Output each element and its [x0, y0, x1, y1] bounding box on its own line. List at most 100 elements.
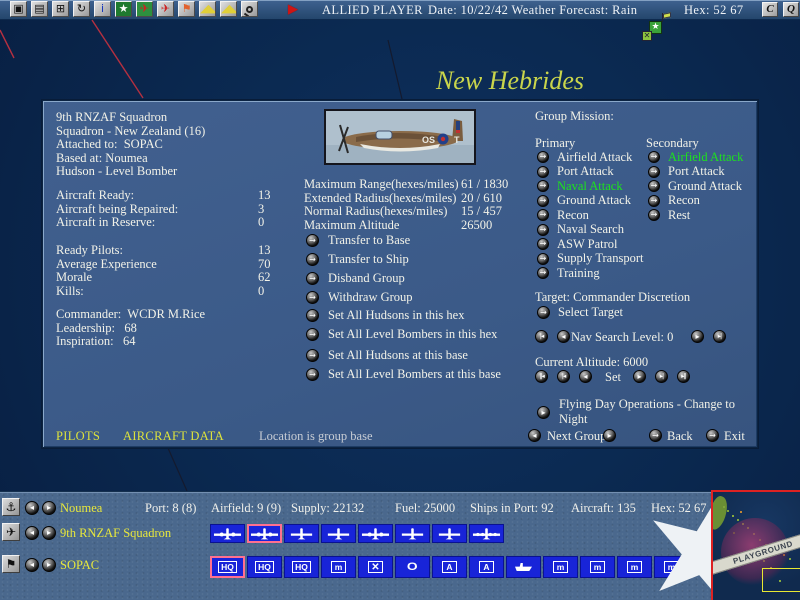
mission-label[interactable]: Port Attack	[557, 164, 614, 179]
altitude-up-button[interactable]: ▸	[633, 370, 646, 383]
back-button[interactable]: Back	[667, 429, 693, 444]
base-name[interactable]: Noumea	[60, 501, 102, 516]
action-label[interactable]: Disband Group	[328, 271, 405, 286]
next-hq-button[interactable]: ▸	[42, 558, 56, 572]
unit-button-1-hq[interactable]: HQ	[210, 556, 245, 578]
mission-recon[interactable]: → Recon	[537, 208, 643, 223]
mission-rest[interactable]: → Rest	[648, 208, 743, 223]
select-target-button[interactable]: → Select Target	[537, 305, 623, 320]
mission-naval-attack[interactable]: →Naval Attack	[537, 179, 643, 194]
unit-button-3-hq[interactable]: HQ	[284, 556, 319, 578]
next-air-group-button[interactable]: ▸	[42, 526, 56, 540]
select-target-arrow-icon[interactable]: →	[537, 306, 550, 319]
mission-ground-attack[interactable]: →Ground Attack	[648, 179, 743, 194]
aircraft-button-6-single[interactable]	[395, 524, 430, 543]
action-arrow-icon[interactable]: →	[306, 368, 319, 381]
aircraft-row-icon[interactable]: ✈	[2, 523, 20, 541]
action-transfer-to-base[interactable]: → Transfer to Base	[306, 233, 413, 248]
unit-button-9-ship[interactable]	[506, 556, 541, 578]
exit-arrow-icon[interactable]: →	[706, 429, 719, 442]
action-label[interactable]: Set All Level Bombers in this hex	[328, 327, 497, 342]
day-night-label[interactable]: Flying Day Operations - Change to Night	[559, 397, 757, 427]
unit-button-7-a[interactable]: A	[432, 556, 467, 578]
day-night-toggle[interactable]: ▸ Flying Day Operations - Change to Nigh…	[537, 397, 757, 427]
minimap-viewport[interactable]	[762, 568, 800, 592]
mission-label[interactable]: Naval Search	[557, 222, 624, 237]
mission-naval-search[interactable]: →Naval Search	[537, 223, 643, 238]
aircraft-button-8-quad[interactable]	[469, 524, 504, 543]
action-arrow-icon[interactable]: →	[306, 291, 319, 304]
action-arrow-icon[interactable]: →	[306, 328, 319, 341]
aircraft-data-button[interactable]: AIRCRAFT DATA	[123, 429, 224, 444]
altitude-down-fast-button[interactable]: |◂	[557, 370, 570, 383]
mission-asw-patrol[interactable]: → ASW Patrol	[537, 237, 643, 252]
action-set-all-level-bombers-in-this-hex[interactable]: → Set All Level Bombers in this hex	[306, 327, 497, 342]
mission-label[interactable]: Ground Attack	[557, 193, 631, 208]
next-group-button[interactable]: ▸	[603, 429, 616, 442]
mission-arrow-icon[interactable]: →	[648, 209, 660, 221]
mission-recon[interactable]: →Recon	[648, 194, 743, 209]
mission-label[interactable]: Recon	[668, 193, 700, 208]
unit-marker-icon[interactable]: ✕	[642, 31, 652, 41]
unit-button-8-a[interactable]: A	[469, 556, 504, 578]
nav-search-up-button[interactable]: ▸	[691, 330, 704, 343]
action-withdraw-group[interactable]: →Withdraw Group	[306, 290, 413, 305]
prev-base-button[interactable]: ◂	[25, 501, 39, 515]
mission-arrow-icon[interactable]: →	[537, 209, 549, 221]
mission-label[interactable]: Airfield Attack	[668, 150, 743, 165]
unit-button-2-hq[interactable]: HQ	[247, 556, 282, 578]
action-set-all-hudsons-at-this-base[interactable]: →Set All Hudsons at this base	[306, 348, 501, 363]
mission-arrow-icon[interactable]: →	[537, 267, 549, 279]
aircraft-button-3-single[interactable]	[284, 524, 319, 543]
next-base-button[interactable]: ▸	[42, 501, 56, 515]
mission-training[interactable]: → Training	[537, 266, 643, 281]
action-transfer-to-ship[interactable]: →Transfer to Ship	[306, 252, 413, 267]
day-night-arrow-icon[interactable]: ▸	[537, 406, 550, 419]
nav-search-down-button[interactable]: ◂	[557, 330, 570, 343]
mission-label[interactable]: Supply Transport	[557, 251, 643, 266]
select-target-label[interactable]: Select Target	[558, 305, 623, 320]
mission-label[interactable]: Rest	[668, 208, 690, 223]
unit-button-4-m[interactable]: m	[321, 556, 356, 578]
mission-port-attack[interactable]: → Port Attack	[537, 165, 643, 180]
action-label[interactable]: Transfer to Base	[328, 233, 410, 248]
mission-arrow-icon[interactable]: →	[537, 180, 549, 192]
prev-hq-button[interactable]: ◂	[25, 558, 39, 572]
mission-label[interactable]: Ground Attack	[668, 179, 742, 194]
mission-airfield-attack[interactable]: →Airfield Attack	[648, 150, 743, 165]
aircraft-button-4-single[interactable]	[321, 524, 356, 543]
unit-button-10-m[interactable]: m	[543, 556, 578, 578]
anchor-icon[interactable]: ⚓	[2, 498, 20, 516]
mission-label[interactable]: ASW Patrol	[557, 237, 618, 252]
mission-arrow-icon[interactable]: →	[537, 151, 549, 163]
action-arrow-icon[interactable]: →	[306, 253, 319, 266]
aircraft-button-5-twin[interactable]	[358, 524, 393, 543]
unit-button-11-m[interactable]: m	[580, 556, 615, 578]
mission-arrow-icon[interactable]: →	[537, 253, 549, 265]
mission-label[interactable]: Training	[557, 266, 600, 281]
mission-label[interactable]: Recon	[557, 208, 589, 223]
action-arrow-icon[interactable]: →	[306, 272, 319, 285]
altitude-min-button[interactable]: ‖◂	[535, 370, 548, 383]
hq-name[interactable]: SOPAC	[60, 558, 99, 573]
mission-arrow-icon[interactable]: →	[537, 238, 549, 250]
mission-ground-attack[interactable]: →Ground Attack	[537, 194, 643, 209]
back-arrow-icon[interactable]: →	[649, 429, 662, 442]
mission-arrow-icon[interactable]: →	[648, 166, 660, 178]
action-set-all-level-bombers-at-this-base[interactable]: → Set All Level Bombers at this base	[306, 367, 501, 382]
mission-port-attack[interactable]: → Port Attack	[648, 165, 743, 180]
mission-label[interactable]: Port Attack	[668, 164, 725, 179]
minimap[interactable]: PLAYGROUND	[711, 490, 800, 600]
mission-arrow-icon[interactable]: →	[537, 166, 549, 178]
altitude-down-button[interactable]: ◂	[579, 370, 592, 383]
nav-search-max-button[interactable]: ▸|	[713, 330, 726, 343]
air-group-name[interactable]: 9th RNZAF Squadron	[60, 526, 171, 541]
mission-supply-transport[interactable]: → Supply Transport	[537, 252, 643, 267]
altitude-max-button[interactable]: ▸‖	[677, 370, 690, 383]
action-label[interactable]: Set All Level Bombers at this base	[328, 367, 501, 382]
aircraft-button-1-twin[interactable]	[210, 524, 245, 543]
action-arrow-icon[interactable]: →	[306, 234, 319, 247]
altitude-up-fast-button[interactable]: ▸|	[655, 370, 668, 383]
exit-button[interactable]: Exit	[724, 429, 745, 444]
nav-search-min-button[interactable]: |◂	[535, 330, 548, 343]
